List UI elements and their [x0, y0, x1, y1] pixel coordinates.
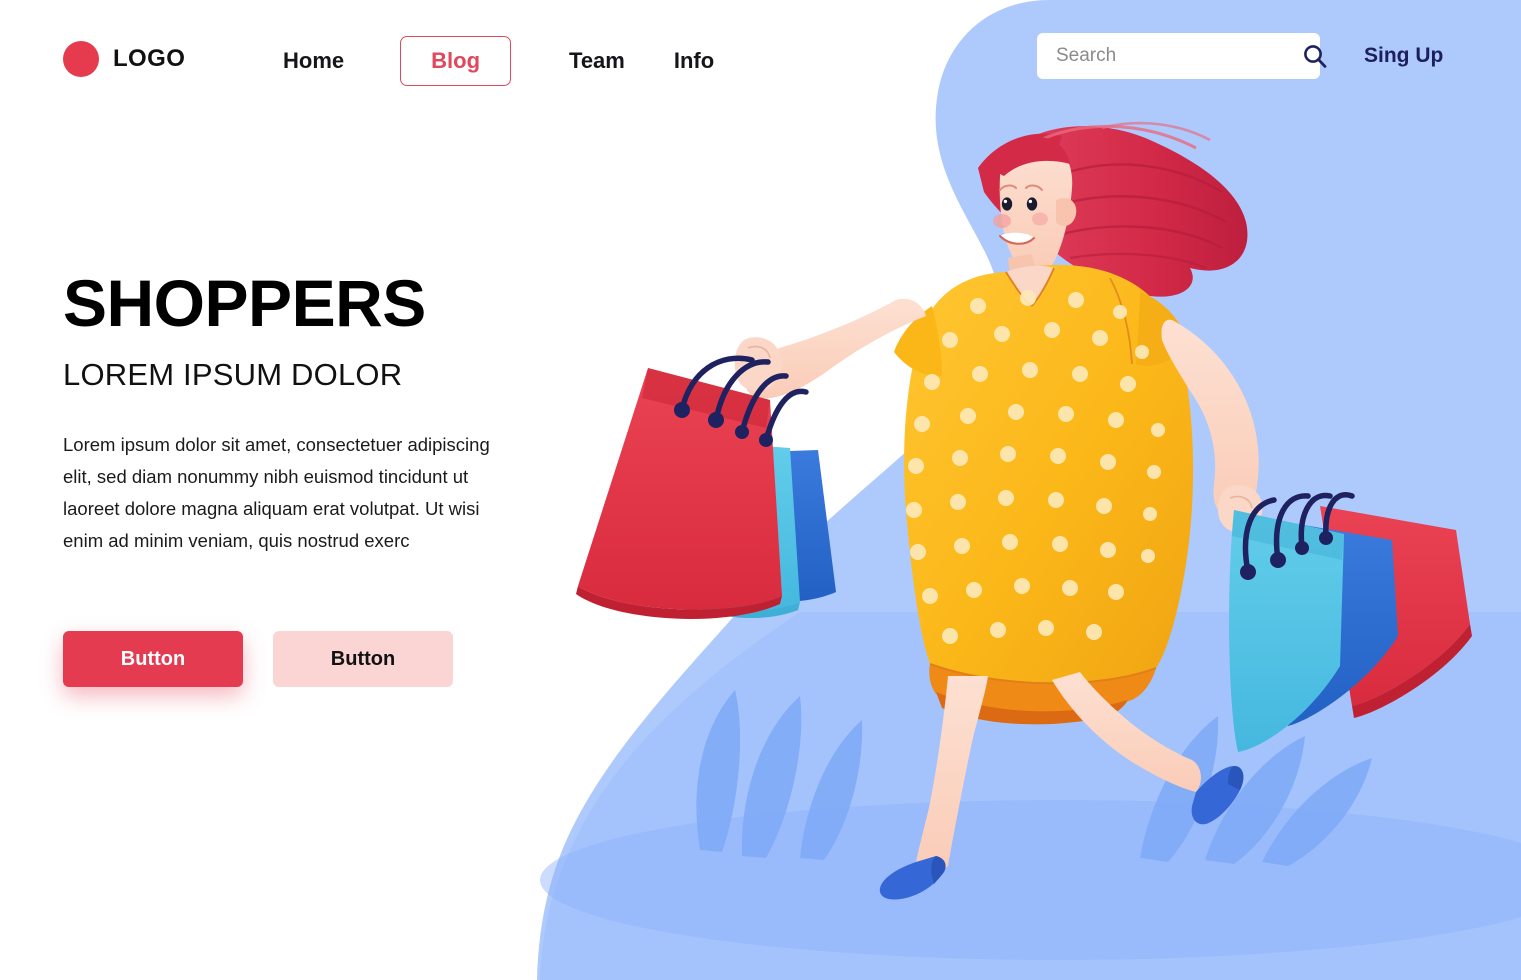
main-navigation: Home Blog Team Info — [283, 36, 714, 86]
nav-item-team[interactable]: Team — [569, 38, 625, 84]
logo-text: LOGO — [113, 45, 186, 72]
nav-item-info[interactable]: Info — [674, 38, 714, 84]
primary-button[interactable]: Button — [63, 631, 243, 688]
nav-item-home[interactable]: Home — [283, 38, 344, 84]
search-input[interactable] — [1037, 33, 1301, 79]
logo[interactable]: LOGO — [63, 41, 185, 77]
nav-item-blog[interactable]: Blog — [400, 36, 512, 86]
search-button[interactable] — [1301, 33, 1329, 79]
search-icon — [1304, 45, 1327, 68]
hero-description: Lorem ipsum dolor sit amet, consectetuer… — [63, 434, 490, 552]
page-header: LOGO Home Blog Team Info Sing Up — [0, 0, 1521, 112]
hero-subtitle: LOREM IPSUM DOLOR — [63, 357, 403, 392]
page-title: SHOPPERS — [63, 266, 426, 340]
circle-dot-icon — [63, 41, 99, 77]
hero-section: SHOPPERS LOREM IPSUM DOLOR Lorem ipsum d… — [63, 266, 533, 688]
secondary-button[interactable]: Button — [273, 631, 453, 688]
hero-actions: Button Button — [63, 631, 533, 688]
sign-up-button[interactable]: Sing Up — [1364, 44, 1443, 68]
search-box — [1037, 33, 1327, 79]
